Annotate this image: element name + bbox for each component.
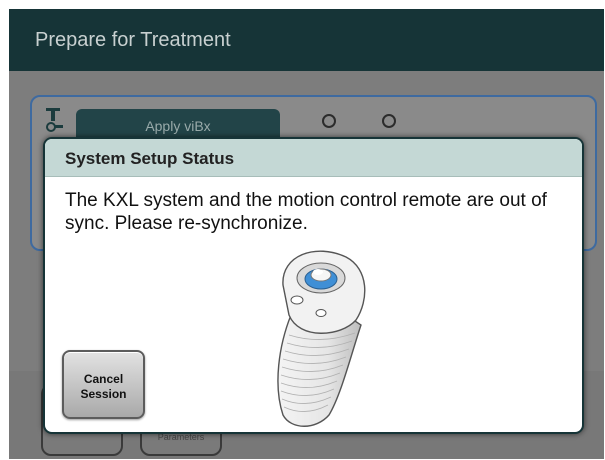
page-title: Prepare for Treatment [35, 29, 231, 51]
step-person-icon [46, 108, 63, 132]
cancel-session-button[interactable]: Cancel Session [62, 350, 145, 419]
dialog-title: System Setup Status [65, 149, 235, 168]
step-indicator-dot [382, 114, 396, 128]
step-indicator-dot [322, 114, 336, 128]
motion-remote-illustration [277, 250, 366, 427]
system-setup-status-dialog: System Setup Status The KXL system and t… [43, 137, 584, 434]
header-bar: Prepare for Treatment [9, 9, 604, 71]
dialog-message: The KXL system and the motion control re… [65, 190, 547, 234]
apply-vibx-button[interactable]: Apply viBx [76, 109, 280, 139]
dialog-titlebar: System Setup Status [45, 139, 582, 177]
app-screen: Prepare for Treatment Apply viBx Paramet… [9, 9, 604, 459]
